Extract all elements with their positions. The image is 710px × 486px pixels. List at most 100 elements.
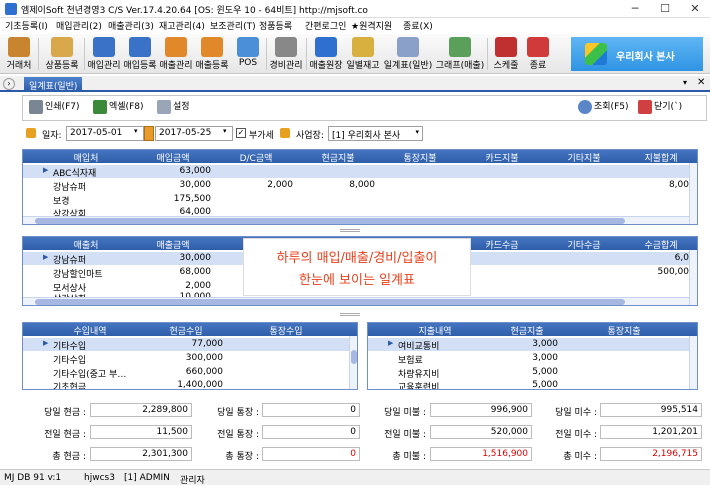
- site-select[interactable]: [1] 우리회사 본사 ▾: [328, 126, 423, 141]
- table-row[interactable]: 차량유지비 5,000: [368, 366, 689, 380]
- toolbar-sales-add-button[interactable]: 매출등록: [194, 34, 230, 74]
- prev-bank-value: 0: [262, 425, 360, 439]
- scrollbar-thumb[interactable]: [351, 350, 357, 364]
- printer-icon: [29, 99, 43, 114]
- toolbar-purchase-add-button[interactable]: 매입등록: [122, 34, 158, 74]
- table-row[interactable]: ▶ ABC식자재 63,000: [23, 165, 697, 179]
- settings-icon: [157, 99, 171, 114]
- purchase-grid-header: 매입처 매입금액 D/C금액 현금지불 통장지불 카드지불 기타지불 지불합계: [23, 150, 697, 164]
- print-button[interactable]: 인쇄(F7): [29, 99, 80, 119]
- company-button[interactable]: 우리회사 본사: [571, 37, 703, 71]
- table-row[interactable]: 교육훈련비 5,000: [368, 379, 689, 389]
- prev-unpaid-value: 520,000: [430, 425, 532, 439]
- table-row[interactable]: ▶ 여비교통비 3,000: [368, 338, 689, 352]
- menu-exit[interactable]: 종료(X): [403, 19, 433, 32]
- menu-license[interactable]: 정품등록: [259, 19, 292, 32]
- row-pointer-icon: ▶: [43, 253, 49, 261]
- menu-sales[interactable]: 매출관리(3): [108, 19, 154, 32]
- toolbar-exit-button[interactable]: 종료: [523, 34, 553, 74]
- tab-dropdown-icon[interactable]: ▾: [683, 78, 687, 87]
- menu-basic[interactable]: 기초등록(I): [5, 19, 48, 32]
- splitter-handle[interactable]: [340, 313, 360, 316]
- toolbar-graph-button[interactable]: 그래프(매출): [434, 34, 486, 74]
- date-range-button[interactable]: [144, 126, 154, 141]
- table-row[interactable]: 기타수입 300,000: [23, 352, 349, 366]
- table-row[interactable]: 강남슈퍼 30,000 2,000 8,000 8,00: [23, 179, 697, 193]
- menu-stock[interactable]: 재고관리(4): [159, 19, 205, 32]
- toolbar-daily-report-button[interactable]: 일계표(일반): [382, 34, 434, 74]
- menu-remote[interactable]: ★원격지원: [351, 19, 392, 32]
- prev-receivable-value: 1,201,201: [600, 425, 702, 439]
- horizontal-scrollbar[interactable]: [23, 297, 689, 305]
- toolbar-purchase-button[interactable]: 매입관리: [86, 34, 122, 74]
- summary-panel: 당일 현금 : 2,289,800 당일 통장 : 0 당일 미불 : 996,…: [0, 400, 710, 466]
- toolbar-client-button[interactable]: 거래처: [2, 34, 36, 74]
- table-row[interactable]: ▶ 기타수입 77,000: [23, 338, 349, 352]
- vat-checkbox[interactable]: ✓: [236, 128, 246, 138]
- horizontal-scrollbar[interactable]: [23, 216, 689, 224]
- toolbar-sales-button[interactable]: 매출관리: [158, 34, 194, 74]
- funnel-icon: [280, 128, 290, 138]
- today-bank-value: 0: [262, 403, 360, 417]
- purchase-grid: 매입처 매입금액 D/C금액 현금지불 통장지불 카드지불 기타지불 지불합계 …: [22, 149, 698, 225]
- date-label: 일자:: [42, 131, 62, 141]
- excel-button[interactable]: 엑셀(F8): [93, 99, 144, 119]
- menu-aux[interactable]: 보조관리(T): [210, 19, 256, 32]
- client-icon: [8, 37, 30, 57]
- date-from-dropdown-icon[interactable]: ▾: [134, 127, 138, 135]
- vertical-scrollbar[interactable]: [689, 250, 697, 305]
- date-to-dropdown-icon[interactable]: ▾: [223, 127, 227, 135]
- toolbar-pos-button[interactable]: POS: [232, 34, 264, 74]
- menu-purchase[interactable]: 매입관리(2): [56, 19, 102, 32]
- close-report-button[interactable]: 닫기(`): [638, 99, 682, 119]
- row-pointer-icon: ▶: [43, 339, 49, 347]
- site-label: 사업장:: [296, 131, 324, 141]
- status-role: 관리자: [180, 476, 205, 486]
- toolbar-product-button[interactable]: 상품등록: [42, 34, 82, 74]
- table-row[interactable]: 기초현금 1,400,000: [23, 379, 349, 389]
- toolbar-sales-ledger-button[interactable]: 매출원장: [308, 34, 344, 74]
- sales-icon: [165, 37, 187, 57]
- status-admin: [1] ADMIN: [124, 473, 170, 483]
- table-row[interactable]: 기타수입(중고 부… 660,000: [23, 366, 349, 380]
- close-door-icon: [638, 99, 652, 114]
- toolbar-daily-stock-button[interactable]: 일별재고: [344, 34, 382, 74]
- app-icon: [5, 3, 17, 15]
- expense-grid: 지출내역 현금지출 통장지출 ▶ 여비교통비 3,000 보험료 3,000 차…: [367, 322, 698, 390]
- toolbar-divider: [306, 38, 307, 70]
- graph-icon: [449, 37, 471, 57]
- vertical-scrollbar[interactable]: [689, 163, 697, 224]
- minimize-icon[interactable]: ─: [620, 0, 650, 18]
- tab-menu-arrow-icon[interactable]: ›: [3, 78, 15, 90]
- product-icon: [51, 37, 73, 57]
- expense-grid-header: 지출내역 현금지출 통장지출: [368, 323, 697, 337]
- toolbar-expense-button[interactable]: 경비관리: [268, 34, 304, 74]
- toolbar-schedule-button[interactable]: 스케줄: [489, 34, 523, 74]
- company-logo-icon: [585, 43, 607, 65]
- maximize-icon[interactable]: ☐: [650, 0, 680, 18]
- purchase-icon: [93, 37, 115, 57]
- status-user: hjwcs3: [84, 473, 115, 483]
- vertical-scrollbar[interactable]: [349, 336, 357, 389]
- purchase-add-icon: [129, 37, 151, 57]
- today-receivable-value: 995,514: [600, 403, 702, 417]
- table-row[interactable]: 보험료 3,000: [368, 352, 689, 366]
- close-icon[interactable]: ✕: [680, 0, 710, 18]
- scrollbar-thumb[interactable]: [35, 218, 625, 224]
- splitter-handle[interactable]: [340, 229, 360, 232]
- toolbar-divider: [38, 38, 39, 70]
- scrollbar-thumb[interactable]: [35, 299, 625, 305]
- window-title: 엠제이Soft 천년경영3 C/S Ver.17.4.20.64 [OS: 윈도…: [21, 6, 368, 16]
- prev-cash-value: 11,500: [90, 425, 192, 439]
- vertical-scrollbar[interactable]: [689, 336, 697, 389]
- search-button[interactable]: 조회(F5): [578, 99, 629, 119]
- tab-daily-report[interactable]: 일계표(일반): [24, 77, 82, 92]
- settings-button[interactable]: 설정: [157, 99, 190, 119]
- toolbar-divider: [487, 38, 488, 70]
- row-pointer-icon: ▶: [388, 339, 394, 347]
- table-row[interactable]: 보경 175,500: [23, 193, 697, 207]
- tab-close-icon[interactable]: ✕: [697, 77, 705, 88]
- menu-quick-login[interactable]: 간편로그인: [305, 19, 346, 32]
- date-to-field[interactable]: 2017-05-25: [155, 126, 233, 141]
- date-from-field[interactable]: 2017-05-01: [66, 126, 144, 141]
